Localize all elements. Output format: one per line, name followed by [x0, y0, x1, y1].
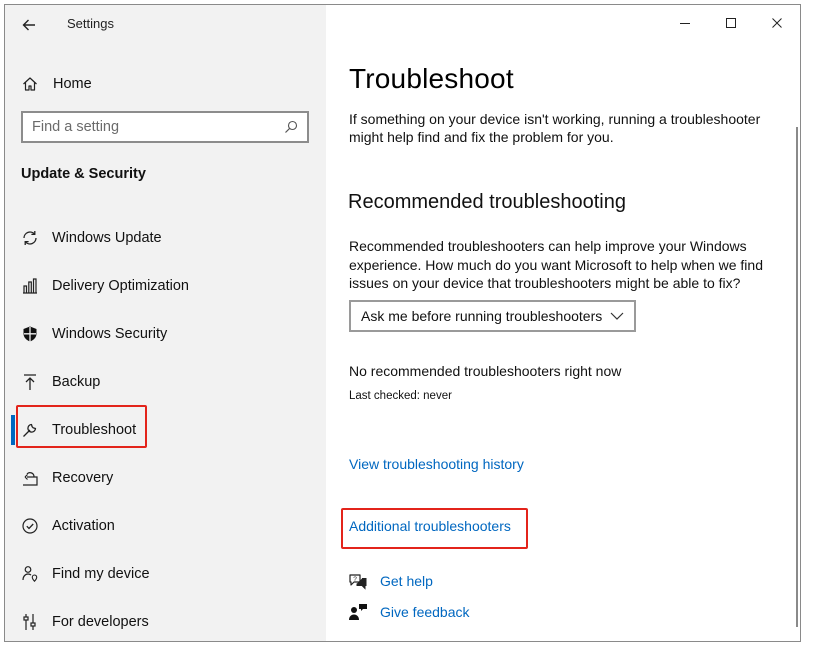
back-arrow-icon [22, 19, 35, 31]
sidebar-item-label: For developers [52, 614, 149, 630]
window-controls [662, 5, 800, 41]
sidebar-item-backup[interactable]: Backup [5, 358, 326, 406]
sidebar-item-find-my-device[interactable]: Find my device [5, 550, 326, 598]
sidebar-item-recovery[interactable]: Recovery [5, 454, 326, 502]
sidebar-item-label: Home [53, 76, 92, 92]
view-history-link[interactable]: View troubleshooting history [349, 456, 524, 472]
recovery-icon [20, 468, 40, 488]
search-icon[interactable] [281, 117, 301, 137]
selection-indicator [11, 415, 15, 445]
troubleshooter-preference-dropdown[interactable]: Ask me before running troubleshooters [349, 300, 636, 332]
sidebar-item-windows-security[interactable]: Windows Security [5, 310, 326, 358]
sidebar-nav: Windows Update Delivery Optimization Win… [5, 214, 326, 641]
minimize-icon [680, 23, 690, 24]
minimize-button[interactable] [662, 5, 708, 41]
sidebar-item-delivery-optimization[interactable]: Delivery Optimization [5, 262, 326, 310]
dropdown-value: Ask me before running troubleshooters [361, 308, 603, 324]
maximize-button[interactable] [708, 5, 754, 41]
sidebar-item-label: Windows Security [52, 326, 168, 342]
sidebar-item-activation[interactable]: Activation [5, 502, 326, 550]
sidebar-item-windows-update[interactable]: Windows Update [5, 214, 326, 262]
section-title: Update & Security [21, 166, 146, 182]
recommended-heading: Recommended troubleshooting [348, 191, 626, 213]
scrollbar[interactable] [796, 127, 798, 627]
chevron-down-icon [608, 307, 626, 325]
sidebar-item-label: Find my device [52, 566, 150, 582]
svg-text:?: ? [353, 576, 357, 583]
developer-sliders-icon [20, 612, 40, 632]
main-content: Troubleshoot If something on your device… [326, 5, 800, 641]
app-title: Settings [67, 16, 114, 31]
last-checked-text: Last checked: never [349, 390, 452, 402]
wrench-icon [20, 420, 40, 440]
sync-icon [20, 228, 40, 248]
search-box [21, 111, 309, 143]
close-button[interactable] [754, 5, 800, 41]
maximize-icon [726, 18, 736, 28]
sidebar-item-label: Recovery [52, 470, 114, 486]
no-recommended-text: No recommended troubleshooters right now [349, 363, 622, 379]
sidebar-item-label: Backup [52, 374, 101, 390]
sidebar-item-troubleshoot[interactable]: Troubleshoot [5, 406, 326, 454]
check-circle-icon [20, 516, 40, 536]
delivery-optimization-icon [20, 276, 40, 296]
sidebar: Settings Home Update & Security [5, 5, 326, 641]
search-input[interactable] [23, 113, 281, 141]
back-button[interactable] [15, 13, 43, 37]
sidebar-item-label: Windows Update [52, 230, 162, 246]
chat-help-icon: ? [348, 571, 368, 591]
sidebar-item-for-developers[interactable]: For developers [5, 598, 326, 641]
close-icon [772, 18, 782, 28]
upload-arrow-icon [20, 372, 40, 392]
settings-window: Settings Home Update & Security [4, 4, 801, 642]
sidebar-item-label: Troubleshoot [52, 422, 137, 438]
give-feedback-link[interactable]: Give feedback [380, 604, 470, 620]
additional-troubleshooters-link[interactable]: Additional troubleshooters [349, 518, 511, 534]
intro-text: If something on your device isn't workin… [349, 111, 761, 145]
feedback-person-icon [348, 602, 368, 622]
get-help-link[interactable]: Get help [380, 573, 433, 589]
sidebar-item-label: Delivery Optimization [52, 278, 189, 294]
sidebar-item-home[interactable]: Home [15, 69, 305, 99]
page-title: Troubleshoot [349, 63, 514, 94]
person-location-icon [20, 564, 40, 584]
home-icon [21, 75, 39, 93]
get-help-row[interactable]: ? Get help [348, 571, 433, 591]
shield-icon [20, 324, 40, 344]
recommended-description: Recommended troubleshooters can help imp… [349, 238, 763, 291]
sidebar-item-label: Activation [52, 518, 115, 534]
give-feedback-row[interactable]: Give feedback [348, 602, 470, 622]
